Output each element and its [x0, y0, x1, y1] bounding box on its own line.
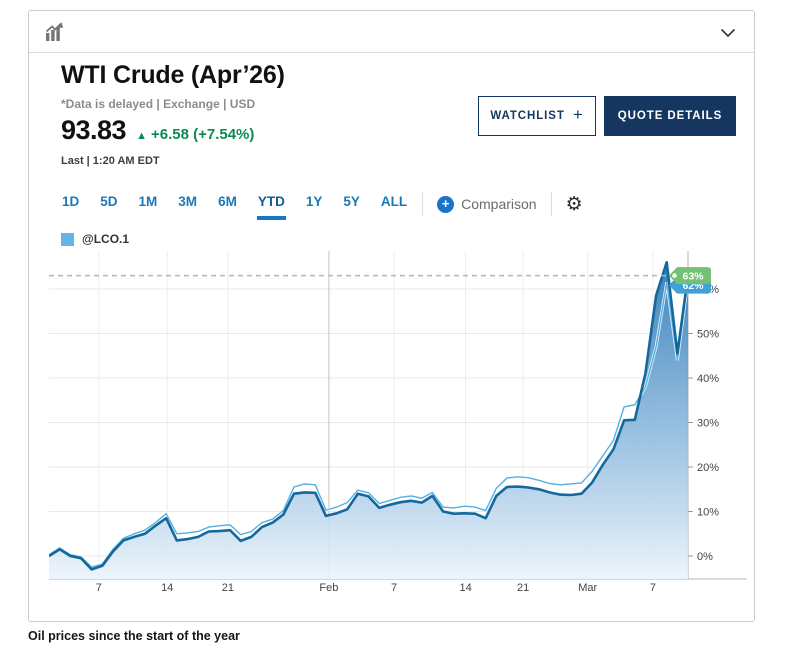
y-axis-labels: 0%10%20%30%40%50%60%	[688, 284, 719, 563]
watchlist-button[interactable]: WATCHLIST +	[478, 96, 596, 136]
instrument-title: WTI Crude (Apr’26)	[61, 61, 285, 90]
up-triangle-icon: ▲	[136, 130, 147, 142]
last-timestamp: Last | 1:20 AM EDT	[61, 155, 160, 167]
chart-icon	[44, 21, 66, 48]
range-tabs: 1D 5D 1M 3M 6M YTD 1Y 5Y ALL	[61, 188, 408, 220]
svg-text:7: 7	[96, 582, 102, 594]
svg-text:30%: 30%	[697, 418, 719, 430]
change-value: +6.58 (+7.54%)	[151, 126, 254, 143]
svg-text:21: 21	[222, 582, 234, 594]
chart-caption: Oil prices since the start of the year	[28, 629, 240, 643]
range-tab-all[interactable]: ALL	[380, 188, 408, 220]
quote-details-label: QUOTE DETAILS	[618, 110, 722, 122]
svg-text:63%: 63%	[682, 271, 704, 283]
comparison-label: Comparison	[461, 196, 536, 212]
legend-swatch	[61, 233, 74, 246]
range-tab-5y[interactable]: 5Y	[342, 188, 361, 220]
range-toolbar: 1D 5D 1M 3M 6M YTD 1Y 5Y ALL + Comparison ⚙	[61, 187, 583, 221]
svg-text:40%: 40%	[697, 373, 719, 385]
comparison-add-icon: +	[437, 196, 454, 213]
svg-text:14: 14	[161, 582, 173, 594]
gear-icon[interactable]: ⚙	[566, 195, 583, 214]
price-chart[interactable]: 0%10%20%30%40%50%60%62%63%71421Feb71421M…	[49, 251, 749, 596]
svg-text:Feb: Feb	[319, 582, 338, 594]
chart-legend[interactable]: @LCO.1	[61, 232, 129, 246]
widget-header-bar	[29, 11, 754, 53]
svg-text:21: 21	[517, 582, 529, 594]
data-delay-meta: *Data is delayed | Exchange | USD	[61, 97, 255, 111]
range-tab-6m[interactable]: 6M	[217, 188, 238, 220]
last-price: 93.83	[61, 115, 126, 146]
range-tab-1y[interactable]: 1Y	[305, 188, 324, 220]
quote-widget: WTI Crude (Apr’26) *Data is delayed | Ex…	[0, 0, 789, 648]
svg-text:20%: 20%	[697, 462, 719, 474]
svg-text:7: 7	[650, 582, 656, 594]
svg-text:10%: 10%	[697, 507, 719, 519]
value-badge-main: 63%	[669, 267, 711, 284]
price-change: ▲ +6.58 (+7.54%)	[136, 126, 254, 143]
plus-icon: +	[573, 105, 584, 125]
range-tab-1m[interactable]: 1M	[138, 188, 159, 220]
svg-text:0%: 0%	[697, 551, 713, 563]
price-row: 93.83 ▲ +6.58 (+7.54%)	[61, 115, 254, 146]
svg-text:50%: 50%	[697, 329, 719, 341]
svg-text:Mar: Mar	[578, 582, 597, 594]
divider	[551, 192, 552, 216]
watchlist-label: WATCHLIST	[490, 110, 565, 122]
x-axis-labels: 7 14 21 Feb 7 14 21 Mar 7	[96, 582, 656, 594]
comparison-button[interactable]: + Comparison	[437, 196, 536, 213]
chevron-down-icon[interactable]	[720, 25, 736, 43]
svg-text:7: 7	[391, 582, 397, 594]
range-tab-ytd[interactable]: YTD	[257, 188, 286, 220]
quote-card: WTI Crude (Apr’26) *Data is delayed | Ex…	[28, 10, 755, 622]
svg-text:14: 14	[459, 582, 471, 594]
range-tab-5d[interactable]: 5D	[99, 188, 118, 220]
divider	[422, 192, 423, 216]
range-tab-3m[interactable]: 3M	[177, 188, 198, 220]
legend-symbol: @LCO.1	[82, 232, 129, 246]
quote-details-button[interactable]: QUOTE DETAILS	[604, 96, 736, 136]
range-tab-1d[interactable]: 1D	[61, 188, 80, 220]
